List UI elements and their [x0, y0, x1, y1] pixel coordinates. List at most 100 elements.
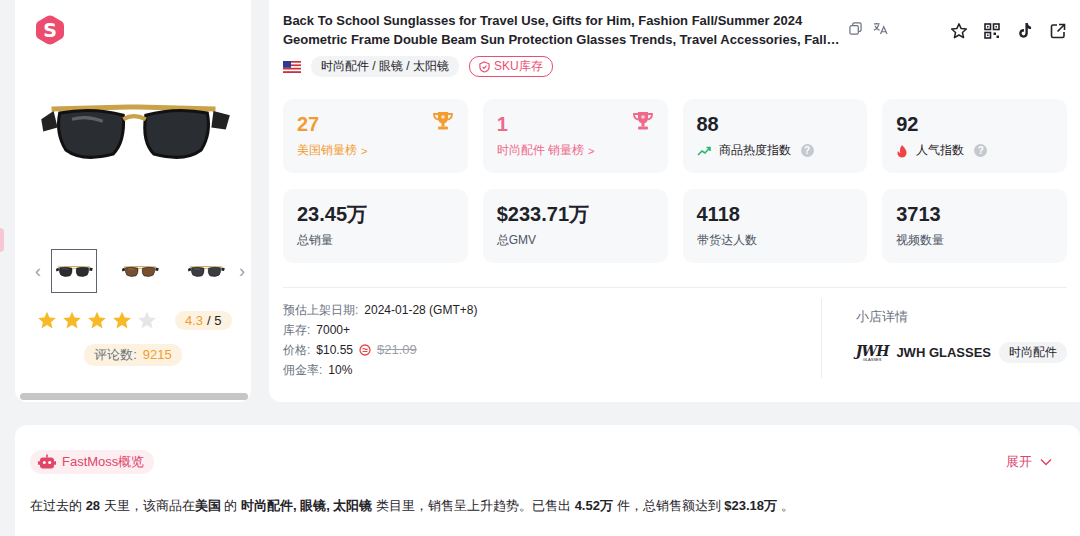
thumbnail[interactable] [51, 249, 97, 293]
rating-max: / 5 [207, 313, 221, 328]
info-value: 7000+ [316, 320, 350, 340]
product-info: Back To School Sunglasses for Travel Use… [269, 0, 1080, 402]
overview-segment: 时尚配件, 眼镜, 太阳镜 [241, 498, 372, 513]
overview-segment: 4.52万 [575, 498, 613, 513]
overview-title: FastMoss概览 [30, 450, 154, 474]
info-label: 价格: [283, 340, 310, 360]
next-arrow[interactable]: › [237, 262, 247, 280]
sku-label: SKU库存 [494, 58, 543, 75]
stat-value: 23.45万 [297, 202, 454, 226]
favorite-icon[interactable] [949, 21, 968, 40]
qrcode-icon[interactable] [982, 21, 1001, 40]
stat-value: 4118 [697, 202, 854, 226]
info-row: 库存: 7000+ [283, 320, 821, 340]
stat-card: 3713视频数量 [882, 189, 1067, 263]
star-icon [112, 311, 132, 330]
stat-label-text: 带货达人数 [697, 232, 757, 249]
stat-card: $233.71万总GMV [483, 189, 668, 263]
stat-label: 时尚配件 销量榜> [497, 142, 654, 159]
product-image [15, 54, 251, 204]
overview-text: 在过去的 28 天里，该商品在美国 的 时尚配件, 眼镜, 太阳镜 类目里，销售… [30, 497, 1052, 515]
stat-value: $233.71万 [497, 202, 654, 226]
logo-letter: S [43, 19, 57, 41]
stat-label-text: 人气指数 [916, 142, 964, 159]
us-flag-icon [283, 61, 301, 73]
action-icons [949, 21, 1067, 40]
reviews-count: 9215 [143, 347, 172, 362]
star-icon [62, 311, 82, 330]
sunglasses-icon [31, 78, 236, 181]
stats-grid: 27美国销量榜>1时尚配件 销量榜>88商品热度指数?92人气指数?23.45万… [283, 99, 1067, 263]
overview-card: FastMoss概览 展开在过去的 28 天里，该商品在美国 的 时尚配件, 眼镜… [15, 425, 1080, 536]
shop-row[interactable]: JWHGLASSESJWH GLASSES时尚配件 [856, 342, 1067, 363]
stat-label: 人气指数? [896, 142, 1053, 159]
overview-segment: 件，总销售额达到 [613, 498, 724, 513]
rating-row: 4.3 / 5 [15, 311, 251, 330]
fire-icon [896, 144, 908, 158]
rating-value: 4.3 [185, 313, 203, 328]
tiktok-icon[interactable] [1015, 21, 1034, 40]
stat-label-text: 总销量 [297, 232, 333, 249]
info-label: 库存: [283, 320, 310, 340]
star-icon [87, 311, 107, 330]
stat-value: 92 [896, 112, 1053, 136]
product-gallery: S‹›4.3/ 5评论数:9215 [15, 0, 251, 402]
shop-logo-text: JWH [856, 344, 889, 358]
trend-icon [697, 146, 711, 156]
info-list: 预估上架日期:2024-01-28 (GMT+8)库存:7000+价格:$10.… [283, 300, 821, 380]
rating-score: 4.3 / 5 [175, 311, 232, 330]
overview-segment: 类目里，销售呈上升趋势。已售出 [372, 498, 574, 513]
trophy-icon [632, 111, 654, 135]
copy-icon[interactable] [846, 19, 865, 38]
stat-label: 商品热度指数? [697, 142, 854, 159]
prev-arrow[interactable]: ‹ [33, 262, 43, 280]
stat-value: 27 [297, 112, 454, 136]
stat-card: 92 人气指数? [882, 99, 1067, 173]
overview-segment: $23.18万 [724, 498, 777, 513]
translate-icon[interactable] [871, 19, 890, 38]
discount-icon [359, 344, 371, 356]
external-link-icon[interactable] [1048, 21, 1067, 40]
divider [283, 287, 1067, 288]
stat-card: 23.45万总销量 [283, 189, 468, 263]
star-rating [37, 311, 157, 330]
sunglasses-icon [120, 261, 160, 281]
stat-label-text: 美国销量榜 [297, 142, 357, 159]
star-icon [137, 311, 157, 330]
scrollbar[interactable] [20, 393, 248, 400]
stat-label-text: 时尚配件 销量榜 [497, 142, 584, 159]
shop-details: 小店详情JWHGLASSESJWH GLASSES时尚配件 [822, 300, 1067, 380]
app-logo: S [34, 14, 66, 46]
stat-card[interactable]: 27美国销量榜> [283, 99, 468, 173]
stat-value: 3713 [896, 202, 1053, 226]
stat-value: 88 [697, 112, 854, 136]
help-icon[interactable]: ? [974, 144, 987, 157]
sku-button[interactable]: SKU库存 [469, 56, 553, 77]
vertical-divider [821, 298, 822, 378]
stat-card[interactable]: 1时尚配件 销量榜> [483, 99, 668, 173]
stat-card: 88 商品热度指数? [683, 99, 868, 173]
help-icon[interactable]: ? [801, 144, 814, 157]
stat-label: 总销量 [297, 232, 454, 249]
original-price: $21.09 [377, 340, 417, 360]
thumbnail[interactable] [117, 249, 163, 293]
side-tab[interactable] [0, 228, 4, 252]
shop-name: JWH GLASSES [896, 345, 991, 360]
chevron-down-icon [1040, 458, 1052, 466]
expand-button[interactable]: 展开 [1006, 453, 1052, 471]
info-label: 预估上架日期: [283, 300, 358, 320]
stat-card: 4118 带货达人数 [683, 189, 868, 263]
shop-logo: JWHGLASSES [856, 344, 889, 362]
overview-title-text: FastMoss概览 [62, 453, 144, 471]
reviews-label: 评论数: [94, 347, 137, 362]
star-icon [37, 311, 57, 330]
thumbnail[interactable] [183, 249, 229, 293]
overview-segment: 在过去的 [30, 498, 86, 513]
thumbnail-strip: ‹› [15, 249, 251, 293]
sunglasses-icon [54, 261, 94, 281]
title-line: Back To School Sunglasses for Travel Use… [283, 11, 840, 30]
info-section: 预估上架日期:2024-01-28 (GMT+8)库存:7000+价格:$10.… [283, 300, 1067, 380]
shop-logo-sub: GLASSES [863, 358, 882, 362]
category-tag: 时尚配件 / 眼镜 / 太阳镜 [311, 56, 459, 77]
tag-row: 时尚配件 / 眼镜 / 太阳镜 SKU库存 [283, 56, 1067, 77]
